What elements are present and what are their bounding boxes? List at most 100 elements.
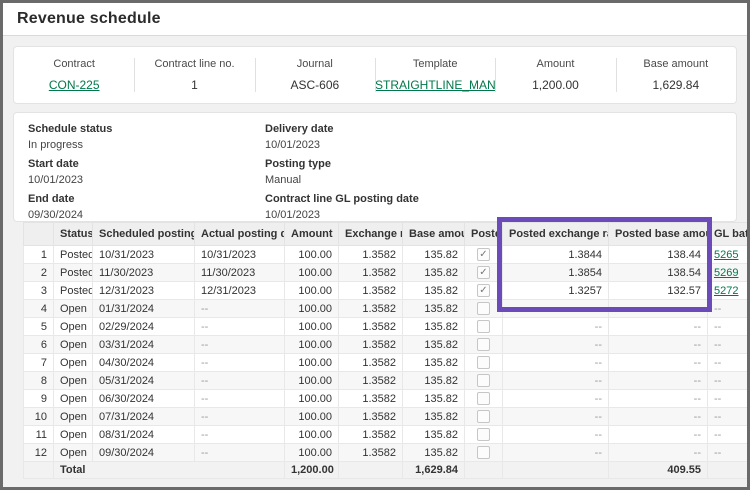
cell-actual-posting-date: -- <box>194 371 285 390</box>
cell-actual-posting-date: -- <box>194 407 285 426</box>
total-base-amount: 1,629.84 <box>402 461 465 479</box>
cell-status: Open <box>53 389 93 408</box>
cell-status: Open <box>53 353 93 372</box>
detail-value: 10/01/2023 <box>265 209 321 221</box>
posted-checkbox-unchecked[interactable] <box>477 320 490 333</box>
gl-batch-link[interactable]: 5272 <box>714 285 738 297</box>
cell-exchange-rate: 1.3582 <box>338 353 403 372</box>
total-label: Total <box>53 461 285 479</box>
summary-value-link[interactable]: STRAIGHTLINE_MANUA <box>375 78 495 92</box>
empty-dash: -- <box>714 392 722 405</box>
cell-exchange-rate: 1.3582 <box>338 281 403 300</box>
posted-checkbox-unchecked[interactable] <box>477 428 490 441</box>
column-header-base-amount: Base amount <box>402 222 465 246</box>
cell-row-number: 9 <box>23 389 54 408</box>
page-body: Contract CON-225 Contract line no. 1 Journal… <box>3 36 747 487</box>
cell-posted-base-amount: 138.44 <box>608 245 708 264</box>
table-row: 4 Open 01/31/2024 -- 100.00 1.3582 135.82 -- -- -… <box>23 299 747 318</box>
detail-value: 09/30/2024 <box>28 209 84 221</box>
detail-field-posting-type: Posting type Manual <box>265 158 722 186</box>
cell-actual-posting-date: -- <box>194 299 285 318</box>
posted-checkbox-checked[interactable]: ✓ <box>477 248 490 261</box>
posted-checkbox-unchecked[interactable] <box>477 446 490 459</box>
total-empty <box>23 461 54 479</box>
cell-posted <box>464 443 503 462</box>
posted-checkbox-unchecked[interactable] <box>477 338 490 351</box>
posted-checkbox-unchecked[interactable] <box>477 302 490 315</box>
detail-field-delivery-date: Delivery date 10/01/2023 <box>265 123 722 151</box>
cell-posted-exchange-rate: -- <box>502 371 609 390</box>
gl-batch-link[interactable]: 5269 <box>714 267 738 279</box>
posted-checkbox-unchecked[interactable] <box>477 374 490 387</box>
table-row: 2 Posted 11/30/2023 11/30/2023 100.00 1.3582 1… <box>23 263 747 282</box>
summary-label: Contract line no. <box>154 58 235 70</box>
cell-scheduled-posting-date: 10/31/2023 <box>92 245 195 264</box>
cell-status: Posted <box>53 281 93 300</box>
cell-posted-exchange-rate: 1.3257 <box>502 281 609 300</box>
summary-field-journal: Journal ASC-606 <box>254 47 375 103</box>
gl-batch-link[interactable]: 5265 <box>714 249 738 261</box>
cell-base-amount: 135.82 <box>402 245 465 264</box>
cell-actual-posting-date: -- <box>194 353 285 372</box>
summary-value: 1,629.84 <box>652 78 700 92</box>
table-row: 1 Posted 10/31/2023 10/31/2023 100.00 1.3582 1… <box>23 245 747 264</box>
cell-posted-base-amount: -- <box>608 407 708 426</box>
cell-posted-exchange-rate: -- <box>502 389 609 408</box>
cell-actual-posting-date: -- <box>194 335 285 354</box>
table-row: 6 Open 03/31/2024 -- 100.00 1.3582 135.82 -- -- -… <box>23 335 747 354</box>
cell-posted-base-amount: -- <box>608 443 708 462</box>
cell-base-amount: 135.82 <box>402 353 465 372</box>
column-header-posted-exchange-rate: Posted exchange rate <box>502 222 609 246</box>
revenue-schedule-window: Revenue schedule Contract CON-225 Contract… <box>0 0 750 490</box>
summary-field-template: Template STRAIGHTLINE_MANUA <box>374 47 495 103</box>
cell-posted-exchange-rate: 1.3844 <box>502 245 609 264</box>
details-column-left: Schedule status In progress Start date 10/0… <box>28 123 265 221</box>
summary-value-link[interactable]: CON-225 <box>14 78 134 92</box>
cell-status: Posted <box>53 245 93 264</box>
cell-exchange-rate: 1.3582 <box>338 443 403 462</box>
detail-value: In progress <box>28 139 84 151</box>
cell-amount: 100.00 <box>284 335 339 354</box>
posted-checkbox-unchecked[interactable] <box>477 410 490 423</box>
empty-dash: -- <box>693 320 701 333</box>
empty-dash: -- <box>714 320 722 333</box>
cell-actual-posting-date: -- <box>194 317 285 336</box>
cell-amount: 100.00 <box>284 425 339 444</box>
title-bar: Revenue schedule <box>3 3 747 36</box>
detail-field-end-date: End date 09/30/2024 <box>28 193 265 221</box>
cell-exchange-rate: 1.3582 <box>338 389 403 408</box>
cell-exchange-rate: 1.3582 <box>338 263 403 282</box>
cell-posted-exchange-rate: -- <box>502 299 609 318</box>
detail-label: Posting type <box>265 158 332 170</box>
cell-exchange-rate: 1.3582 <box>338 317 403 336</box>
cell-base-amount: 135.82 <box>402 317 465 336</box>
posted-checkbox-checked[interactable]: ✓ <box>477 266 490 279</box>
total-empty <box>707 461 747 479</box>
empty-dash: -- <box>201 392 209 405</box>
cell-exchange-rate: 1.3582 <box>338 245 403 264</box>
cell-row-number: 11 <box>23 425 54 444</box>
cell-row-number: 6 <box>23 335 54 354</box>
posted-checkbox-unchecked[interactable] <box>477 392 490 405</box>
cell-actual-posting-date: 11/30/2023 <box>194 263 285 282</box>
posted-checkbox-checked[interactable]: ✓ <box>477 284 490 297</box>
cell-amount: 100.00 <box>284 371 339 390</box>
cell-scheduled-posting-date: 05/31/2024 <box>92 371 195 390</box>
empty-dash: -- <box>714 338 722 351</box>
summary-label: Base amount <box>643 58 709 70</box>
summary-label: Contract <box>53 58 95 70</box>
cell-base-amount: 135.82 <box>402 389 465 408</box>
cell-posted-exchange-rate: -- <box>502 335 609 354</box>
cell-status: Open <box>53 335 93 354</box>
cell-posted-exchange-rate: -- <box>502 353 609 372</box>
schedule-table: StatusScheduled posting dateActual posti… <box>23 222 747 479</box>
empty-dash: -- <box>594 320 602 333</box>
empty-dash: -- <box>714 374 722 387</box>
cell-scheduled-posting-date: 04/30/2024 <box>92 353 195 372</box>
posted-checkbox-unchecked[interactable] <box>477 356 490 369</box>
cell-exchange-rate: 1.3582 <box>338 407 403 426</box>
cell-amount: 100.00 <box>284 245 339 264</box>
cell-posted-exchange-rate: -- <box>502 425 609 444</box>
detail-field-schedule-status: Schedule status In progress <box>28 123 265 151</box>
table-row: 10 Open 07/31/2024 -- 100.00 1.3582 135.82 -- --… <box>23 407 747 426</box>
